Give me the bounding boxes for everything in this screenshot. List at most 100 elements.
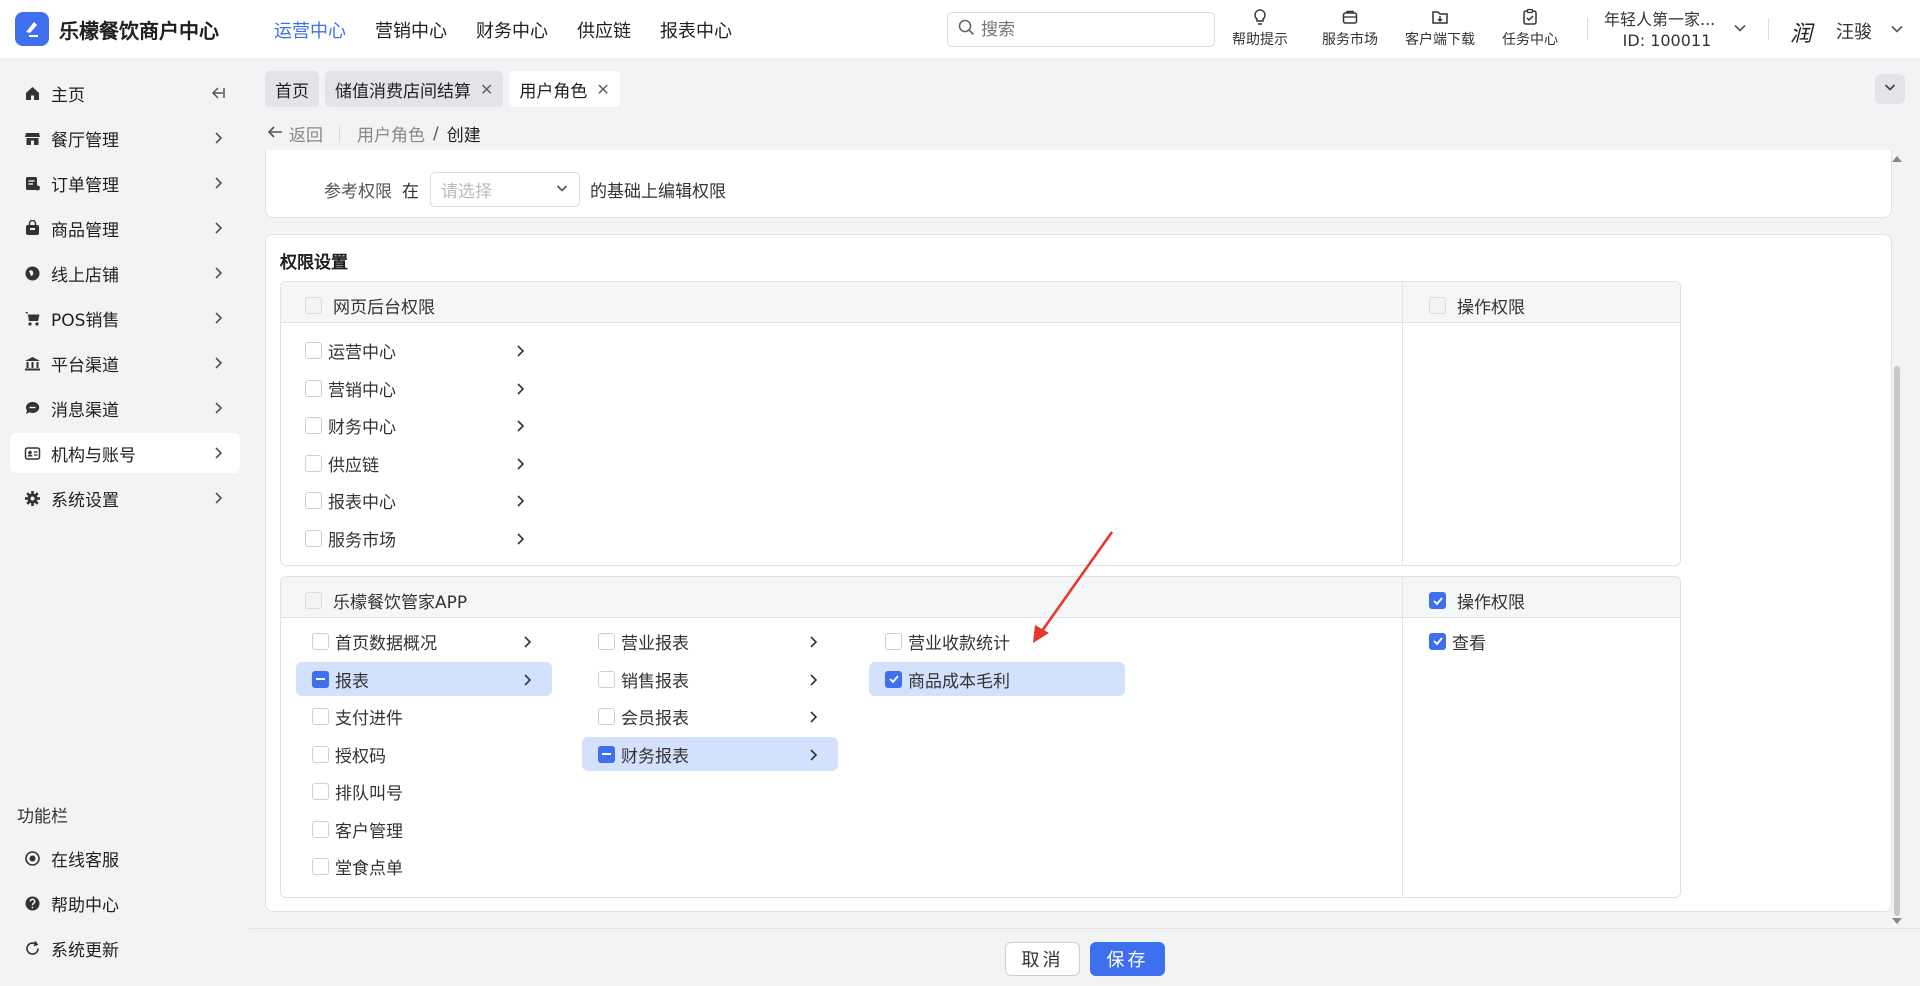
checkbox[interactable] [885, 632, 902, 650]
collapse-sidebar-icon[interactable] [210, 85, 226, 106]
chevron-down-icon[interactable] [1733, 20, 1747, 40]
tabs-menu-button[interactable] [1875, 74, 1905, 104]
logo[interactable]: 乐檬餐饮商户中心 [15, 12, 219, 46]
tab-stored-value-settlement[interactable]: 储值消费店间结算 ✕ [325, 71, 504, 107]
app-item-member-report[interactable]: 会员报表 [582, 699, 838, 733]
checkbox[interactable] [598, 707, 615, 725]
checkbox[interactable] [305, 379, 322, 397]
app-op-view[interactable]: 查看 [1413, 624, 1613, 658]
checkbox[interactable] [598, 670, 615, 688]
app-item-customer-management[interactable]: 客户管理 [296, 812, 552, 846]
task-center-button[interactable]: 任务中心 [1490, 8, 1570, 49]
checkbox[interactable] [312, 782, 329, 800]
nav-finance-center[interactable]: 财务中心 [476, 17, 548, 43]
app-item-dine-in-order[interactable]: 堂食点单 [296, 849, 552, 883]
search-input[interactable] [981, 19, 1181, 40]
web-item-ops-center[interactable]: 运营中心 [289, 333, 545, 367]
chevron-right-icon[interactable] [806, 747, 820, 767]
chevron-right-icon[interactable] [806, 634, 820, 654]
sidebar-item-products[interactable]: 商品管理 [10, 208, 240, 248]
sidebar-item-home[interactable]: 主页 [10, 73, 240, 113]
nav-ops-center[interactable]: 运营中心 [274, 17, 346, 43]
checkbox[interactable] [885, 670, 902, 688]
app-all-checkbox[interactable] [305, 592, 322, 609]
checkbox[interactable] [598, 745, 615, 763]
web-ops-checkbox[interactable] [1429, 297, 1446, 314]
chevron-right-icon[interactable] [520, 672, 534, 692]
chevron-right-icon[interactable] [513, 531, 527, 551]
close-icon[interactable]: ✕ [480, 80, 493, 99]
checkbox[interactable] [312, 820, 329, 838]
app-item-payment-onboarding[interactable]: 支付进件 [296, 699, 552, 733]
sidebar-item-orders[interactable]: 订单管理 [10, 163, 240, 203]
sidebar-item-org-accounts[interactable]: 机构与账号 [10, 433, 240, 473]
app-item-reports[interactable]: 报表 [296, 662, 552, 696]
chevron-right-icon[interactable] [806, 709, 820, 729]
chevron-right-icon[interactable] [513, 343, 527, 363]
chevron-right-icon[interactable] [513, 456, 527, 476]
tab-user-roles[interactable]: 用户角色 ✕ [509, 71, 620, 107]
checkbox[interactable] [598, 632, 615, 650]
checkbox[interactable] [305, 454, 322, 472]
web-item-supply-chain[interactable]: 供应链 [289, 446, 545, 480]
checkbox[interactable] [312, 707, 329, 725]
client-download-button[interactable]: 客户端下载 [1400, 8, 1480, 49]
web-item-marketing-center[interactable]: 营销中心 [289, 371, 545, 405]
sidebar-item-message-channels[interactable]: 消息渠道 [10, 388, 240, 428]
username[interactable]: 汪骏 [1836, 18, 1872, 44]
checkbox[interactable] [305, 529, 322, 547]
save-button[interactable]: 保存 [1090, 942, 1165, 976]
checkbox[interactable] [305, 491, 322, 509]
sidebar-item-system-update[interactable]: 系统更新 [10, 928, 240, 968]
sidebar-item-pos-sales[interactable]: POS销售 [10, 298, 240, 338]
sidebar-item-online-support[interactable]: 在线客服 [10, 838, 240, 878]
nav-report-center[interactable]: 报表中心 [660, 17, 732, 43]
app-item-auth-code[interactable]: 授权码 [296, 737, 552, 771]
sidebar-item-help-center[interactable]: 帮助中心 [10, 883, 240, 923]
checkbox[interactable] [312, 857, 329, 875]
scroll-up-icon[interactable] [1892, 156, 1902, 162]
web-item-finance-center[interactable]: 财务中心 [289, 408, 545, 442]
content-scrollbar[interactable] [1892, 156, 1902, 926]
app-ops-checkbox[interactable] [1429, 592, 1446, 609]
sidebar-item-online-store[interactable]: 线上店铺 [10, 253, 240, 293]
app-item-finance-report[interactable]: 财务报表 [582, 737, 838, 771]
tab-home[interactable]: 首页 [265, 71, 319, 107]
app-item-product-margin[interactable]: 商品成本毛利 [869, 662, 1125, 696]
nav-supply-chain[interactable]: 供应链 [577, 17, 631, 43]
scroll-thumb[interactable] [1894, 366, 1900, 916]
chevron-right-icon[interactable] [513, 381, 527, 401]
search-box[interactable] [947, 12, 1215, 47]
back-button[interactable]: 返回 [267, 121, 323, 146]
scroll-down-icon[interactable] [1892, 918, 1902, 924]
chevron-down-icon[interactable] [1890, 21, 1904, 41]
sidebar-item-platform-channels[interactable]: 平台渠道 [10, 343, 240, 383]
app-item-queue-calling[interactable]: 排队叫号 [296, 774, 552, 808]
checkbox[interactable] [312, 745, 329, 763]
sidebar-item-restaurant[interactable]: 餐厅管理 [10, 118, 240, 158]
service-market-button[interactable]: 服务市场 [1310, 8, 1390, 49]
web-item-service-market[interactable]: 服务市场 [289, 521, 545, 555]
chevron-right-icon[interactable] [513, 493, 527, 513]
app-item-sales-report[interactable]: 销售报表 [582, 662, 838, 696]
checkbox[interactable] [305, 416, 322, 434]
chevron-right-icon[interactable] [520, 634, 534, 654]
chevron-right-icon[interactable] [513, 418, 527, 438]
breadcrumb-parent[interactable]: 用户角色 [357, 121, 425, 146]
app-item-business-report[interactable]: 营业报表 [582, 624, 838, 658]
app-item-home-data[interactable]: 首页数据概况 [296, 624, 552, 658]
reference-select[interactable]: 请选择 [430, 172, 580, 207]
avatar[interactable]: 润 [1790, 16, 1822, 47]
web-item-report-center[interactable]: 报表中心 [289, 483, 545, 517]
cancel-button[interactable]: 取消 [1005, 942, 1080, 976]
help-tips-button[interactable]: 帮助提示 [1220, 8, 1300, 49]
web-all-checkbox[interactable] [305, 297, 322, 314]
checkbox[interactable] [1429, 632, 1446, 650]
account-switcher[interactable]: 年轻人第一家... ID: 100011 [1604, 9, 1715, 51]
nav-marketing-center[interactable]: 营销中心 [375, 17, 447, 43]
checkbox[interactable] [312, 670, 329, 688]
checkbox[interactable] [312, 632, 329, 650]
sidebar-item-system-settings[interactable]: 系统设置 [10, 478, 240, 518]
chevron-right-icon[interactable] [806, 672, 820, 692]
checkbox[interactable] [305, 341, 322, 359]
